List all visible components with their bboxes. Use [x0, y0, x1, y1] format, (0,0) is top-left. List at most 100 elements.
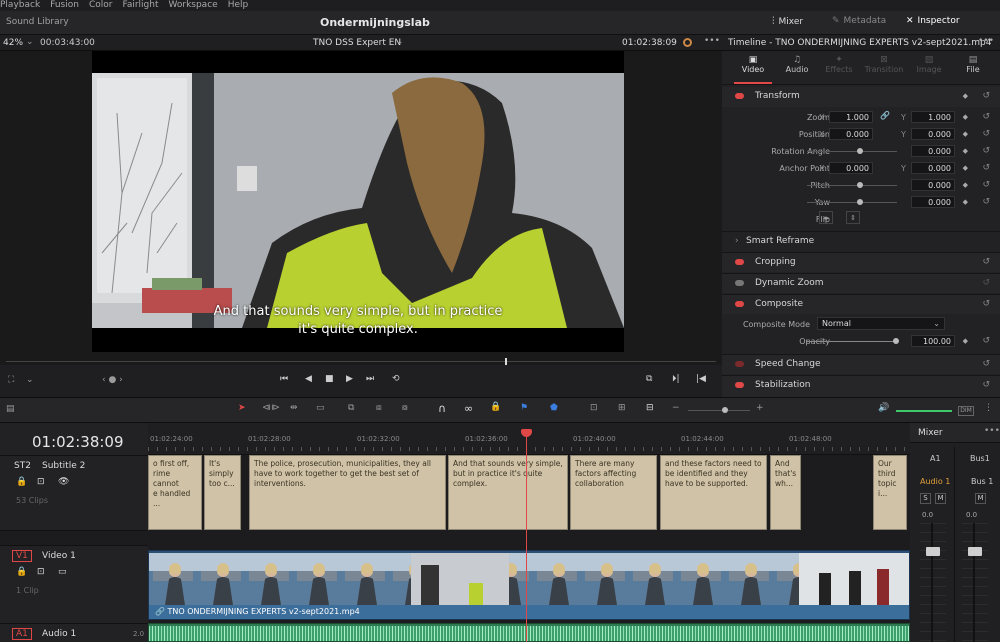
enable-toggle[interactable] [735, 301, 744, 307]
sound-library-button[interactable]: Sound Library [6, 17, 69, 27]
enable-toggle[interactable] [735, 382, 744, 388]
chevron-down-icon[interactable]: ⌄ [26, 37, 34, 47]
reset-icon[interactable]: ↺ [982, 359, 990, 369]
track-name[interactable]: Video 1 [42, 551, 76, 561]
position-x-field[interactable]: 0.000 [829, 128, 873, 140]
replace-clip-icon[interactable]: ⧇ [402, 403, 408, 413]
subtitle-clip[interactable]: Our third topic i... [873, 455, 907, 530]
anchor-y-field[interactable]: 0.000 [911, 162, 955, 174]
zoom-detail-icon[interactable]: ⊞ [618, 403, 626, 413]
anchor-x-field[interactable]: 0.000 [829, 162, 873, 174]
layout-icon[interactable]: ▤ [6, 404, 15, 414]
more-options-icon[interactable]: ••• [704, 36, 720, 46]
crop-icon[interactable]: ⛶ [8, 375, 14, 385]
chevron-down-icon[interactable]: ⌄ [26, 375, 34, 385]
zoom-full-icon[interactable]: ⊡ [590, 403, 598, 413]
track-id[interactable]: V1 [12, 550, 32, 562]
previous-frame-icon[interactable]: |◀ [696, 374, 706, 384]
metadata-toggle[interactable]: ✎ Metadata [832, 16, 886, 26]
reset-icon[interactable]: ↺ [982, 278, 990, 288]
enable-toggle[interactable] [735, 259, 744, 265]
scrubber-handle[interactable] [505, 358, 507, 365]
keyframe-icon[interactable]: ◆ [963, 164, 968, 172]
menu-help[interactable]: Help [228, 0, 249, 11]
go-to-end-icon[interactable]: ⏭ [366, 374, 374, 384]
play-reverse-icon[interactable]: ◀ [305, 374, 312, 384]
position-y-field[interactable]: 0.000 [911, 128, 955, 140]
link-icon[interactable]: ∞ [464, 402, 473, 415]
zoom-in-icon[interactable]: + [756, 403, 764, 413]
speed-change-section[interactable]: Speed Change ↺ [722, 354, 1000, 374]
keyframe-icon[interactable]: ◆ [963, 147, 968, 155]
subtitle-clip[interactable]: And that sounds very simple, but in prac… [448, 455, 568, 530]
flag-icon[interactable]: ⚑ [520, 403, 528, 413]
enable-toggle[interactable] [735, 93, 744, 99]
keyframe-icon[interactable]: ◆ [963, 198, 968, 206]
jog-control-icon[interactable]: ‹ ● › [102, 375, 123, 385]
volume-icon[interactable]: 🔊 [878, 403, 889, 413]
blade-tool-icon[interactable]: ▭ [316, 403, 325, 413]
insert-clip-icon[interactable]: ⧉ [348, 403, 354, 413]
menu-workspace[interactable]: Workspace [168, 0, 217, 11]
timeline-area[interactable]: 01:02:24:00 01:02:28:00 01:02:32:00 01:0… [148, 423, 910, 642]
trim-tool-icon[interactable]: ⧏⧐ [262, 403, 280, 413]
keyframe-icon[interactable]: ◆ [963, 181, 968, 189]
zoom-x-field[interactable]: 1.000 [829, 111, 873, 123]
menu-color[interactable]: Color [89, 0, 113, 11]
opacity-field[interactable]: 100.00 [911, 335, 955, 347]
reset-icon[interactable]: ↺ [982, 380, 990, 390]
zoom-custom-icon[interactable]: ⊟ [646, 403, 654, 413]
auto-select-icon[interactable]: ⊡ [37, 567, 45, 577]
color-wheel-icon[interactable] [683, 38, 692, 47]
inspector-toggle[interactable]: ✕ Inspector [906, 16, 960, 26]
lock-icon[interactable]: 🔒 [490, 402, 501, 412]
mark-icon[interactable]: ⧉ [646, 374, 652, 384]
pitch-slider[interactable] [807, 182, 897, 188]
subtitle-clip[interactable]: The police, prosecution, municipalities,… [249, 455, 446, 530]
stabilization-section[interactable]: Stabilization ↺ [722, 375, 1000, 397]
selection-tool-icon[interactable]: ➤ [238, 403, 246, 413]
more-options-icon[interactable]: ⋮ [984, 403, 993, 413]
keyframe-icon[interactable]: ◆ [963, 337, 968, 345]
reset-icon[interactable]: ↺ [982, 129, 990, 139]
reset-icon[interactable]: ↺ [982, 180, 990, 190]
subtitle-clip[interactable]: and these factors need to be identified … [660, 455, 767, 530]
stop-icon[interactable]: ■ [325, 374, 334, 384]
keyframe-icon[interactable]: ◆ [963, 130, 968, 138]
mute-button[interactable]: M [935, 493, 946, 504]
overwrite-clip-icon[interactable]: ⧈ [376, 403, 382, 413]
subtitle-clip[interactable]: It's simply too c... [204, 455, 241, 530]
smart-reframe-section[interactable]: › Smart Reframe [722, 231, 1000, 251]
rotation-slider[interactable] [807, 148, 897, 154]
reset-icon[interactable]: ↺ [982, 299, 990, 309]
enable-toggle[interactable] [735, 280, 744, 286]
yaw-slider[interactable] [807, 199, 897, 205]
transform-section[interactable]: Transform ◆ ↺ [722, 87, 1000, 107]
tab-transition[interactable]: ⊠ Transition [862, 55, 906, 74]
clip-name[interactable]: TNO DSS Expert EN [313, 38, 401, 48]
reset-icon[interactable]: ↺ [982, 336, 990, 346]
link-icon[interactable]: 🔗 [880, 111, 890, 120]
keyframe-icon[interactable]: ◆ [963, 113, 968, 121]
chevron-down-icon[interactable]: ⌄ [396, 37, 404, 47]
subtitle-clip[interactable]: There are many factors affecting collabo… [570, 455, 657, 530]
zoom-level[interactable]: 42% [3, 38, 23, 48]
zoom-slider[interactable] [688, 407, 750, 413]
playhead[interactable] [521, 429, 532, 642]
lock-icon[interactable]: 🔒 [16, 477, 27, 487]
mute-button[interactable]: M [975, 493, 986, 504]
track-name[interactable]: Subtitle 2 [42, 461, 85, 471]
tab-image[interactable]: ▨ Image [910, 55, 948, 74]
zoom-out-icon[interactable]: − [672, 403, 680, 413]
audio-clip[interactable] [148, 623, 910, 642]
composite-mode-select[interactable]: Normal ⌄ [817, 317, 945, 330]
tab-effects[interactable]: ✦ Effects [820, 55, 858, 74]
flip-horizontal-icon[interactable]: ◂▸ [819, 211, 833, 224]
reset-icon[interactable]: ↺ [982, 257, 990, 267]
dynamic-zoom-section[interactable]: Dynamic Zoom ↺ [722, 273, 1000, 293]
menu-fusion[interactable]: Fusion [50, 0, 79, 11]
eye-icon[interactable]: 👁 [58, 477, 69, 487]
subtitle-clip[interactable]: And that's wh... [770, 455, 801, 530]
pitch-field[interactable]: 0.000 [911, 179, 955, 191]
composite-section[interactable]: Composite ↺ [722, 294, 1000, 314]
